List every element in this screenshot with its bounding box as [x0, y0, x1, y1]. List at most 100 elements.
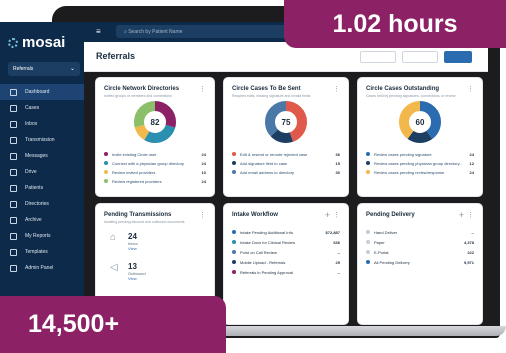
sidebar-item-my-reports[interactable]: My Reports	[0, 228, 84, 244]
header-button-1[interactable]	[360, 51, 396, 63]
list-item[interactable]: Review invited providers 10	[104, 168, 206, 176]
list-item[interactable]: Add signature field to case 15	[232, 159, 340, 167]
more-icon[interactable]: ⋮	[333, 211, 340, 219]
list-item-label: Add email address to directory	[240, 169, 295, 175]
list-item[interactable]: Hand Deliver --	[366, 228, 474, 236]
list-item-count: --	[337, 269, 340, 275]
status-dot	[366, 161, 370, 165]
sidebar-item-directories[interactable]: Directories	[0, 196, 84, 212]
pending-outbound[interactable]: ◁ 13 Outbound View	[110, 262, 146, 281]
list-item-label: Review cases pending physician group dir…	[374, 160, 463, 166]
list-item-label: Point on Call Review	[240, 249, 277, 255]
list-item[interactable]: Paper 4,378	[366, 238, 474, 246]
list-item-count: 25	[335, 259, 340, 265]
more-icon[interactable]: ⋮	[467, 85, 474, 93]
list-item[interactable]: Edit & resend or reroute rejected case 36	[232, 150, 340, 158]
list-item[interactable]: E-Portal 222	[366, 248, 474, 256]
more-icon[interactable]: ⋮	[467, 211, 474, 219]
list-item[interactable]: Mobile Upload - Referrals 25	[232, 258, 340, 266]
more-icon[interactable]: ⋮	[199, 85, 206, 93]
list-item[interactable]: Point on Call Review --	[232, 248, 340, 256]
list-item[interactable]: Referrals in Pending Approval --	[232, 268, 340, 276]
list-item[interactable]: Intake Docs for Clinical Review 636	[232, 238, 340, 246]
list-item-label: Edit & resend or reroute rejected case	[240, 151, 308, 157]
list-item[interactable]: Invite existing Circle user 24	[104, 150, 206, 158]
card-subtitle: Invited groups of members and connection…	[104, 94, 172, 98]
more-icon[interactable]: ⋮	[199, 211, 206, 219]
list-item-count: 15	[335, 160, 340, 166]
drive-icon	[10, 168, 17, 176]
status-dot	[232, 152, 236, 156]
card-intake-workflow: Intake Workflow + ⋮ Intake Pending Addit…	[224, 204, 348, 324]
status-dot	[232, 161, 236, 165]
people-icon	[10, 184, 17, 192]
status-dot	[366, 250, 370, 254]
card-pending-delivery: Pending Delivery + ⋮ Hand Deliver -- Paper…	[358, 204, 482, 324]
list-item[interactable]: Review cases pending physician group dir…	[366, 159, 474, 167]
header-button-2[interactable]	[402, 51, 438, 63]
list-item[interactable]: Add email address to directory 30	[232, 168, 340, 176]
sidebar-item-transmission[interactable]: Transmission	[0, 132, 84, 148]
sidebar-item-inbox[interactable]: Inbox	[0, 116, 84, 132]
list-item[interactable]: Review cases pending review/response 24	[366, 168, 474, 176]
list-item-count: 24	[201, 160, 206, 166]
logo-text: mosai	[22, 34, 66, 51]
view-link[interactable]: View	[128, 276, 146, 281]
list-item[interactable]: Review registered providers 24	[104, 177, 206, 185]
sidebar-item-label: Transmission	[25, 137, 55, 143]
archive-icon	[10, 216, 17, 224]
sidebar-item-admin-panel[interactable]: Admin Panel	[0, 260, 84, 276]
menu-icon[interactable]: ≡	[96, 28, 101, 36]
list-item-count: $72,887	[325, 229, 340, 235]
sidebar-item-drive[interactable]: Drive	[0, 164, 84, 180]
sidebar-item-messages[interactable]: Messages	[0, 148, 84, 164]
status-dot	[366, 152, 370, 156]
sidebar-item-patients[interactable]: Patients	[0, 180, 84, 196]
card-subtitle: Cases held by pending signatures, connec…	[366, 94, 456, 98]
more-icon[interactable]: ⋮	[333, 85, 340, 93]
sidebar-item-label: Admin Panel	[25, 265, 54, 271]
list-item[interactable]: Connect with a physician group directory…	[104, 159, 206, 167]
sidebar-item-archive[interactable]: Archive	[0, 212, 84, 228]
list-item[interactable]: Intake Pending Additional Info $72,887	[232, 228, 340, 236]
status-dot	[104, 170, 108, 174]
book-icon	[10, 200, 17, 208]
status-dot	[232, 240, 236, 244]
search-input[interactable]: ⌕ Search by Patient Name	[116, 25, 306, 38]
card-title: Intake Workflow	[232, 212, 278, 218]
list-item-label: Review cases pending signature	[374, 151, 432, 157]
referrals-select-label: Referrals	[13, 66, 34, 72]
status-dot	[104, 179, 108, 183]
card-title: Pending Delivery	[366, 212, 415, 218]
header-primary-button[interactable]	[444, 51, 472, 63]
list-item-label: Review invited providers	[112, 169, 156, 175]
add-icon[interactable]: +	[459, 210, 464, 220]
list-item-label: Intake Docs for Clinical Review	[240, 239, 296, 245]
sidebar-item-dashboard[interactable]: Dashboard	[0, 84, 84, 100]
list-item-count: 24	[469, 151, 474, 157]
list-item[interactable]: All Pending Delivery 9,571	[366, 258, 474, 266]
add-icon[interactable]: +	[325, 210, 330, 220]
view-link[interactable]: View	[128, 246, 138, 251]
list-item[interactable]: Review cases pending signature 24	[366, 150, 474, 158]
report-icon	[10, 232, 17, 240]
list-item-count: 9,571	[463, 259, 474, 265]
sidebar-item-label: Patients	[25, 185, 44, 191]
card-cases-to-be-sent: Circle Cases To Be Sent Requires edits, …	[224, 78, 348, 196]
send-icon	[10, 136, 17, 144]
app-logo[interactable]: mosai	[8, 34, 65, 51]
status-dot	[232, 260, 236, 264]
stat-badge-count: 14,500+	[0, 296, 226, 353]
sidebar-item-templates[interactable]: Templates	[0, 244, 84, 260]
pending-count: 24	[128, 232, 137, 241]
list-item-count: --	[337, 249, 340, 255]
card-network-directories: Circle Network Directories Invited group…	[96, 78, 214, 196]
referrals-select[interactable]: Referrals ⌄	[8, 62, 80, 76]
page-title: Referrals	[96, 51, 136, 61]
sidebar-item-cases[interactable]: Cases	[0, 100, 84, 116]
status-dot	[104, 161, 108, 165]
pending-inbox[interactable]: ⌂ 24 Inbox View	[110, 232, 138, 251]
list-item-count: 24	[469, 169, 474, 175]
gear-icon	[10, 264, 17, 272]
card-title: Circle Cases To Be Sent	[232, 86, 301, 92]
